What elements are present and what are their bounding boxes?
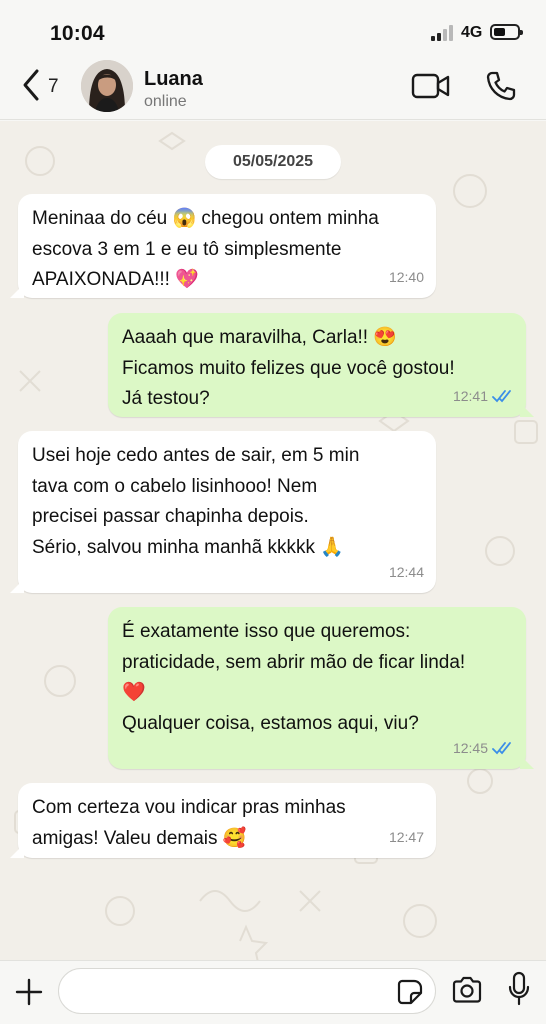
message-time: 12:47 <box>388 828 424 845</box>
sticker-icon <box>397 979 423 1005</box>
message-incoming[interactable]: Com certeza vou indicar pras minhas amig… <box>10 783 436 858</box>
message-outgoing[interactable]: Aaaah que maravilha, Carla!! 😍 Ficamos m… <box>108 313 534 417</box>
network-type: 4G <box>461 24 483 41</box>
message-time: 12:40 <box>388 268 424 285</box>
unread-count: 7 <box>48 76 59 97</box>
message-time: 12:45 <box>452 739 488 756</box>
attach-button[interactable] <box>14 977 44 1007</box>
contact-name[interactable]: Luana <box>144 68 203 91</box>
message-incoming[interactable]: Usei hoje cedo antes de sair, em 5 min t… <box>10 431 436 593</box>
back-button[interactable]: 7 <box>18 68 66 104</box>
message-text-line: Aaaah que maravilha, Carla!! 😍 <box>122 327 398 348</box>
video-call-button[interactable] <box>411 72 451 100</box>
message-text-line: praticidade, sem abrir mão de ficar lind… <box>122 651 466 673</box>
message-text-line: ❤️ <box>122 682 146 703</box>
message-text-line: Com certeza vou indicar pras minhas <box>32 797 346 818</box>
double-check-icon <box>492 741 511 755</box>
message-incoming[interactable]: Meninaa do céu 😱 chegou ontem minha esco… <box>10 194 436 298</box>
contact-status: online <box>144 93 187 110</box>
composer-bar <box>0 960 546 1024</box>
camera-button[interactable] <box>451 975 483 1005</box>
video-camera-icon <box>411 73 450 99</box>
message-text-line: Meninaa do céu 😱 chegou ontem minha <box>32 208 379 229</box>
double-check-icon <box>492 389 511 403</box>
sticker-button[interactable] <box>397 979 423 1005</box>
status-bar: 10:04 4G <box>0 0 546 58</box>
message-text-line: Usei hoje cedo antes de sair, em 5 min <box>32 445 360 466</box>
message-text-line: Ficamos muito felizes que você gostou! <box>122 357 455 379</box>
message-text-line: APAIXONADA!!! 💖 <box>32 269 199 290</box>
voice-message-button[interactable] <box>507 971 531 1007</box>
message-text-line: amigas! Valeu demais 🥰 <box>32 827 247 849</box>
camera-icon <box>452 976 482 1003</box>
message-text-line: É exatamente isso que queremos: <box>122 621 411 642</box>
message-time: 12:41 <box>452 387 488 404</box>
chat-header: 7 Luana online <box>0 58 546 120</box>
phone-icon <box>486 71 516 101</box>
voice-call-button[interactable] <box>485 70 517 102</box>
message-outgoing[interactable]: É exatamente isso que queremos: praticid… <box>108 607 534 769</box>
chevron-left-icon <box>23 69 39 101</box>
plus-icon <box>15 978 43 1006</box>
message-text-line: Sério, salvou minha manhã kkkkk 🙏 <box>32 536 344 558</box>
message-text-line: tava com o cabelo lisinhooo! Nem <box>32 475 318 497</box>
message-time: 12:44 <box>388 563 424 580</box>
avatar[interactable] <box>81 60 133 112</box>
chat-area[interactable]: 05/05/2025 Meninaa do céu 😱 chegou ontem… <box>0 121 546 960</box>
message-input[interactable] <box>58 968 436 1014</box>
signal-strength-icon <box>431 25 457 41</box>
message-text-line: escova 3 em 1 e eu tô simplesmente <box>32 238 342 260</box>
message-text-line: precisei passar chapinha depois. <box>32 506 309 527</box>
date-separator: 05/05/2025 <box>205 145 341 179</box>
status-time: 10:04 <box>50 22 105 45</box>
battery-icon <box>490 24 523 40</box>
microphone-icon <box>508 971 530 1006</box>
